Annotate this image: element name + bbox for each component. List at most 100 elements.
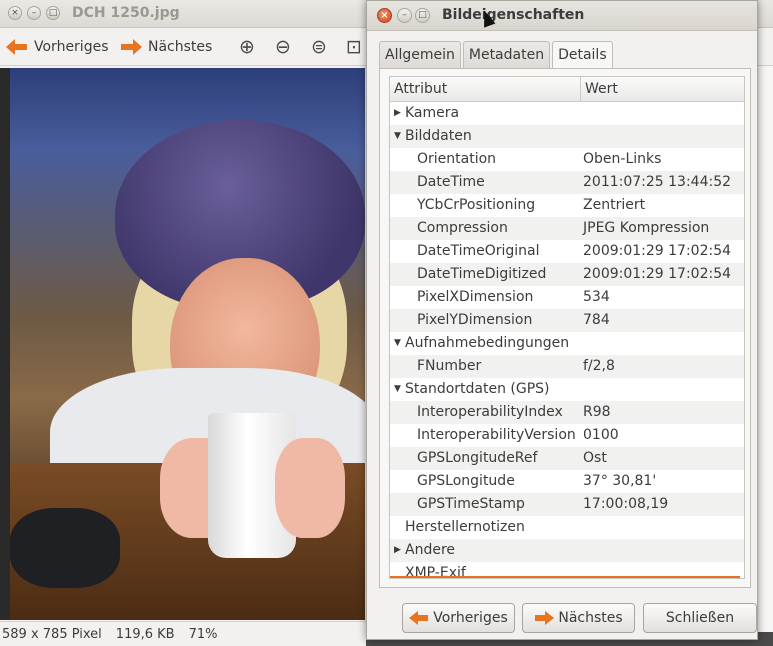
- image-dimensions: 589 x 785 Pixel: [2, 626, 102, 642]
- dialog-previous-button[interactable]: Vorheriges: [402, 603, 515, 633]
- tab-metadaten[interactable]: Metadaten: [462, 41, 551, 68]
- value-cell: 2009:01:29 17:02:54: [583, 243, 732, 259]
- attribute-cell: GPSTimeStamp: [417, 496, 525, 512]
- dialog-titlebar: × – □ Bildeigenschaften: [367, 1, 757, 31]
- attribute-cell: DateTimeOriginal: [417, 243, 540, 259]
- tree-row[interactable]: YCbCrPositioning Zentriert: [390, 194, 744, 217]
- zoom-fit-icon[interactable]: ⊡: [342, 36, 366, 60]
- maximize-icon[interactable]: □: [46, 6, 60, 20]
- attribute-cell: YCbCrPositioning: [417, 197, 536, 213]
- tree-group-row[interactable]: ▼ Standortdaten (GPS): [390, 378, 744, 401]
- image-properties-dialog: × – □ Bildeigenschaften Allgemein Metada…: [366, 0, 758, 640]
- column-header-attribute[interactable]: Attribut: [394, 81, 447, 97]
- attribute-cell: GPSLongitude: [417, 473, 515, 489]
- zoom-normal-icon[interactable]: ⊜: [307, 36, 331, 60]
- value-cell: 37° 30,81': [583, 473, 657, 489]
- details-panel: Attribut Wert ▶ Kamera ▼ Bilddaten Orientati…: [379, 68, 751, 588]
- horizontal-scrollbar[interactable]: [390, 576, 740, 578]
- attribute-cell: FNumber: [417, 358, 482, 374]
- tree-row[interactable]: FNumber f/2,8: [390, 355, 744, 378]
- maximize-icon[interactable]: □: [415, 8, 430, 23]
- tree-row[interactable]: Compression JPEG Kompression: [390, 217, 744, 240]
- attribute-cell: Andere: [405, 542, 456, 558]
- attribute-cell: InteroperabilityIndex: [417, 404, 563, 420]
- attribute-cell: Kamera: [405, 105, 460, 121]
- column-header-value[interactable]: Wert: [580, 77, 618, 102]
- attribute-cell: Compression: [417, 220, 508, 236]
- tree-group-row[interactable]: ▼ Bilddaten: [390, 125, 744, 148]
- close-icon[interactable]: ×: [8, 6, 22, 20]
- previous-label: Vorheriges: [34, 39, 109, 55]
- value-cell: Ost: [583, 450, 607, 466]
- tree-row[interactable]: GPSLongitudeRef Ost: [390, 447, 744, 470]
- arrow-right-icon: [534, 611, 555, 625]
- attribute-cell: Herstellernotizen: [405, 519, 525, 535]
- tree-row[interactable]: DateTimeOriginal 2009:01:29 17:02:54: [390, 240, 744, 263]
- value-cell: 0100: [583, 427, 619, 443]
- attribute-cell: InteroperabilityVersion: [417, 427, 576, 443]
- value-cell: 2009:01:29 17:02:54: [583, 266, 732, 282]
- tree-rows: ▶ Kamera ▼ Bilddaten Orientation Oben-Links Da…: [390, 102, 744, 578]
- next-label: Nächstes: [148, 39, 213, 55]
- tab-details[interactable]: Details: [552, 41, 613, 70]
- attribute-cell: PixelYDimension: [417, 312, 533, 328]
- value-cell: Oben-Links: [583, 151, 662, 167]
- attribute-cell: GPSLongitudeRef: [417, 450, 538, 466]
- tab-allgemein[interactable]: Allgemein: [379, 41, 461, 68]
- zoom-in-icon[interactable]: ⊕: [235, 36, 259, 60]
- attribute-cell: Aufnahmebedingungen: [405, 335, 570, 351]
- image-filesize: 119,6 KB: [115, 626, 175, 642]
- arrow-left-icon: [6, 39, 28, 55]
- dialog-next-label: Nächstes: [558, 610, 623, 626]
- next-button[interactable]: Nächstes: [120, 34, 212, 60]
- attribute-cell: PixelXDimension: [417, 289, 534, 305]
- value-cell: 784: [583, 312, 610, 328]
- dialog-title: Bildeigenschaften: [442, 7, 585, 23]
- tree-group-row[interactable]: ▼ Aufnahmebedingungen: [390, 332, 744, 355]
- attribute-cell: Standortdaten (GPS): [405, 381, 550, 397]
- minimize-icon[interactable]: –: [27, 6, 41, 20]
- viewer-title: DCH 1250.jpg: [72, 5, 180, 21]
- attribute-cell: Bilddaten: [405, 128, 472, 144]
- displayed-photo[interactable]: [10, 68, 365, 620]
- tree-row[interactable]: InteroperabilityIndex R98: [390, 401, 744, 424]
- minimize-icon[interactable]: –: [397, 8, 412, 23]
- tree-group-row[interactable]: Herstellernotizen: [390, 516, 744, 539]
- tree-row[interactable]: PixelYDimension 784: [390, 309, 744, 332]
- previous-button[interactable]: Vorheriges: [6, 34, 109, 60]
- value-cell: f/2,8: [583, 358, 615, 374]
- dialog-previous-label: Vorheriges: [433, 610, 508, 626]
- close-button[interactable]: Schließen: [643, 603, 757, 633]
- tree-row[interactable]: Orientation Oben-Links: [390, 148, 744, 171]
- close-icon[interactable]: ×: [377, 8, 392, 23]
- tree-row[interactable]: GPSTimeStamp 17:00:08,19: [390, 493, 744, 516]
- zoom-out-icon[interactable]: ⊖: [271, 36, 295, 60]
- value-cell: JPEG Kompression: [583, 220, 710, 236]
- tab-bar: Allgemein Metadaten Details: [379, 41, 615, 70]
- attribute-cell: DateTimeDigitized: [417, 266, 547, 282]
- value-cell: 2011:07:25 13:44:52: [583, 174, 732, 190]
- zoom-level: 71%: [188, 626, 218, 642]
- arrow-right-icon: [120, 39, 142, 55]
- value-cell: Zentriert: [583, 197, 646, 213]
- tree-row[interactable]: DateTime 2011:07:25 13:44:52: [390, 171, 744, 194]
- tree-group-row[interactable]: ▶ Kamera: [390, 102, 744, 125]
- metadata-tree[interactable]: Attribut Wert ▶ Kamera ▼ Bilddaten Orientati…: [389, 76, 745, 579]
- background-window-edge: [757, 66, 773, 646]
- attribute-cell: DateTime: [417, 174, 485, 190]
- attribute-cell: Orientation: [417, 151, 497, 167]
- close-label: Schließen: [665, 610, 735, 626]
- value-cell: 534: [583, 289, 610, 305]
- tree-row[interactable]: InteroperabilityVersion 0100: [390, 424, 744, 447]
- tree-row[interactable]: PixelXDimension 534: [390, 286, 744, 309]
- viewer-left-edge: [0, 68, 10, 620]
- vertical-scrollbar[interactable]: [744, 77, 745, 579]
- value-cell: 17:00:08,19: [583, 496, 669, 512]
- viewer-statusbar: 589 x 785 Pixel 119,6 KB 71%: [0, 621, 366, 646]
- tree-row[interactable]: DateTimeDigitized 2009:01:29 17:02:54: [390, 263, 744, 286]
- value-cell: R98: [583, 404, 611, 420]
- dialog-next-button[interactable]: Nächstes: [522, 603, 635, 633]
- tree-header: Attribut Wert: [390, 77, 744, 102]
- tree-group-row[interactable]: ▶ Andere: [390, 539, 744, 562]
- tree-row[interactable]: GPSLongitude 37° 30,81': [390, 470, 744, 493]
